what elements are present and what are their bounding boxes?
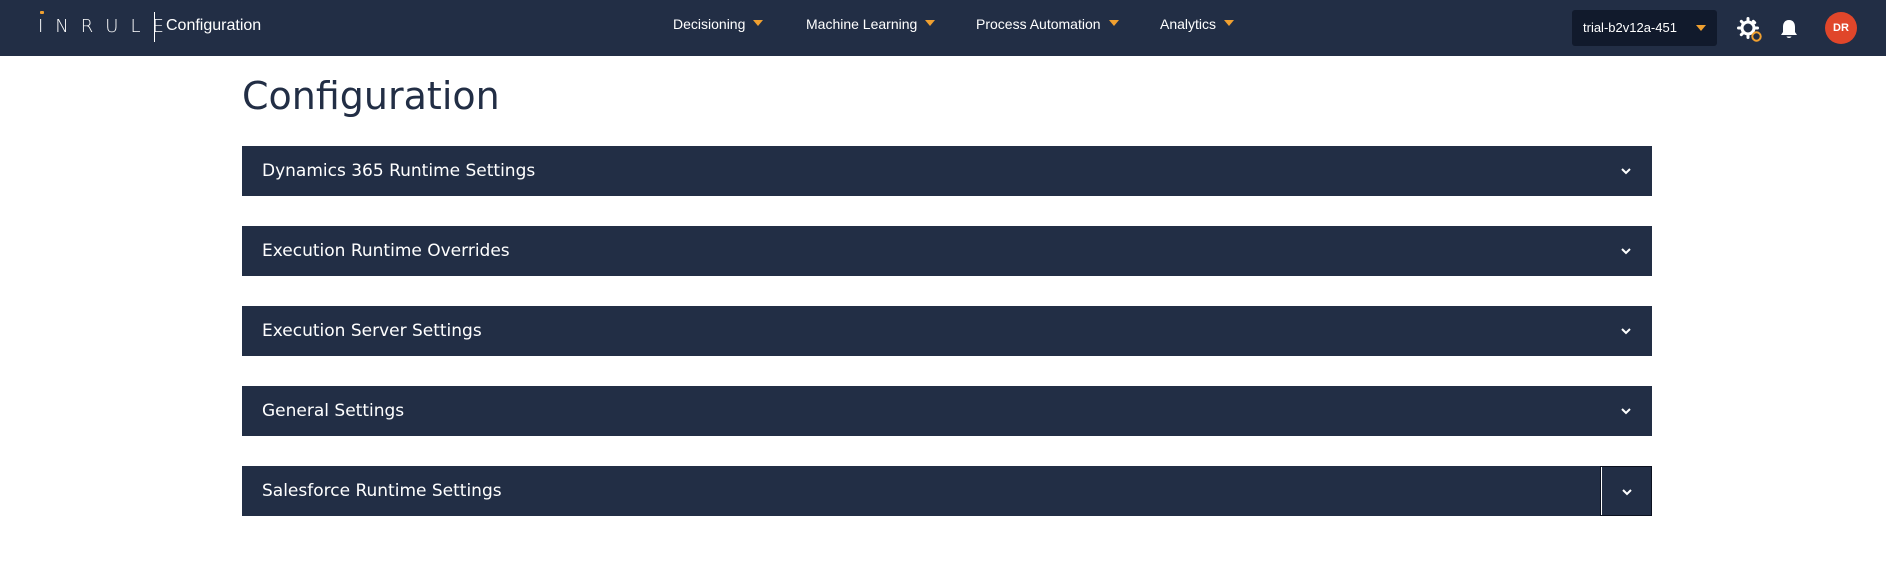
- environment-selector[interactable]: trial-b2v12a-451: [1572, 10, 1717, 46]
- nav-process-automation[interactable]: Process Automation: [976, 16, 1119, 32]
- section-dynamics-365-runtime-settings[interactable]: Dynamics 365 Runtime Settings: [242, 146, 1652, 196]
- chevron-down-icon: [1621, 248, 1631, 255]
- caret-down-icon: [1696, 25, 1706, 31]
- top-navigation-bar: INRULE Configuration Decisioning Machine…: [0, 0, 1886, 56]
- expand-toggle[interactable]: [1600, 226, 1652, 276]
- expand-toggle[interactable]: [1600, 306, 1652, 356]
- expand-toggle[interactable]: [1600, 146, 1652, 196]
- section-label: General Settings: [262, 401, 405, 421]
- chevron-down-icon: [1621, 168, 1631, 175]
- section-label: Execution Server Settings: [262, 321, 482, 341]
- section-label: Salesforce Runtime Settings: [262, 481, 502, 501]
- gear-icon[interactable]: [1737, 17, 1763, 43]
- bell-icon[interactable]: [1779, 18, 1799, 40]
- section-salesforce-runtime-settings[interactable]: Salesforce Runtime Settings: [242, 466, 1652, 516]
- caret-down-icon: [1108, 20, 1119, 27]
- nav-machine-learning[interactable]: Machine Learning: [806, 16, 936, 32]
- caret-down-icon: [925, 20, 936, 27]
- section-execution-server-settings[interactable]: Execution Server Settings: [242, 306, 1652, 356]
- expand-toggle[interactable]: [1600, 386, 1652, 436]
- logo-divider: [154, 12, 155, 42]
- nav-process-automation-label: Process Automation: [976, 16, 1101, 32]
- caret-down-icon: [753, 20, 764, 27]
- inrule-logo[interactable]: INRULE: [38, 12, 176, 42]
- section-execution-runtime-overrides[interactable]: Execution Runtime Overrides: [242, 226, 1652, 276]
- section-general-settings[interactable]: General Settings: [242, 386, 1652, 436]
- nav-decisioning-label: Decisioning: [673, 16, 746, 32]
- environment-name: trial-b2v12a-451: [1583, 20, 1677, 35]
- section-label: Execution Runtime Overrides: [262, 241, 510, 261]
- caret-down-icon: [1224, 20, 1235, 27]
- nav-analytics[interactable]: Analytics: [1160, 16, 1235, 32]
- chevron-down-icon: [1621, 328, 1631, 335]
- section-label: Dynamics 365 Runtime Settings: [262, 161, 536, 181]
- nav-machine-learning-label: Machine Learning: [806, 16, 918, 32]
- nav-analytics-label: Analytics: [1160, 16, 1217, 32]
- nav-decisioning[interactable]: Decisioning: [673, 16, 764, 32]
- user-avatar[interactable]: DR: [1825, 12, 1857, 44]
- chevron-down-icon: [1622, 489, 1632, 496]
- app-title: Configuration: [166, 17, 262, 34]
- chevron-down-icon: [1621, 408, 1631, 415]
- page-title: Configuration: [242, 74, 500, 118]
- expand-toggle[interactable]: [1600, 466, 1652, 516]
